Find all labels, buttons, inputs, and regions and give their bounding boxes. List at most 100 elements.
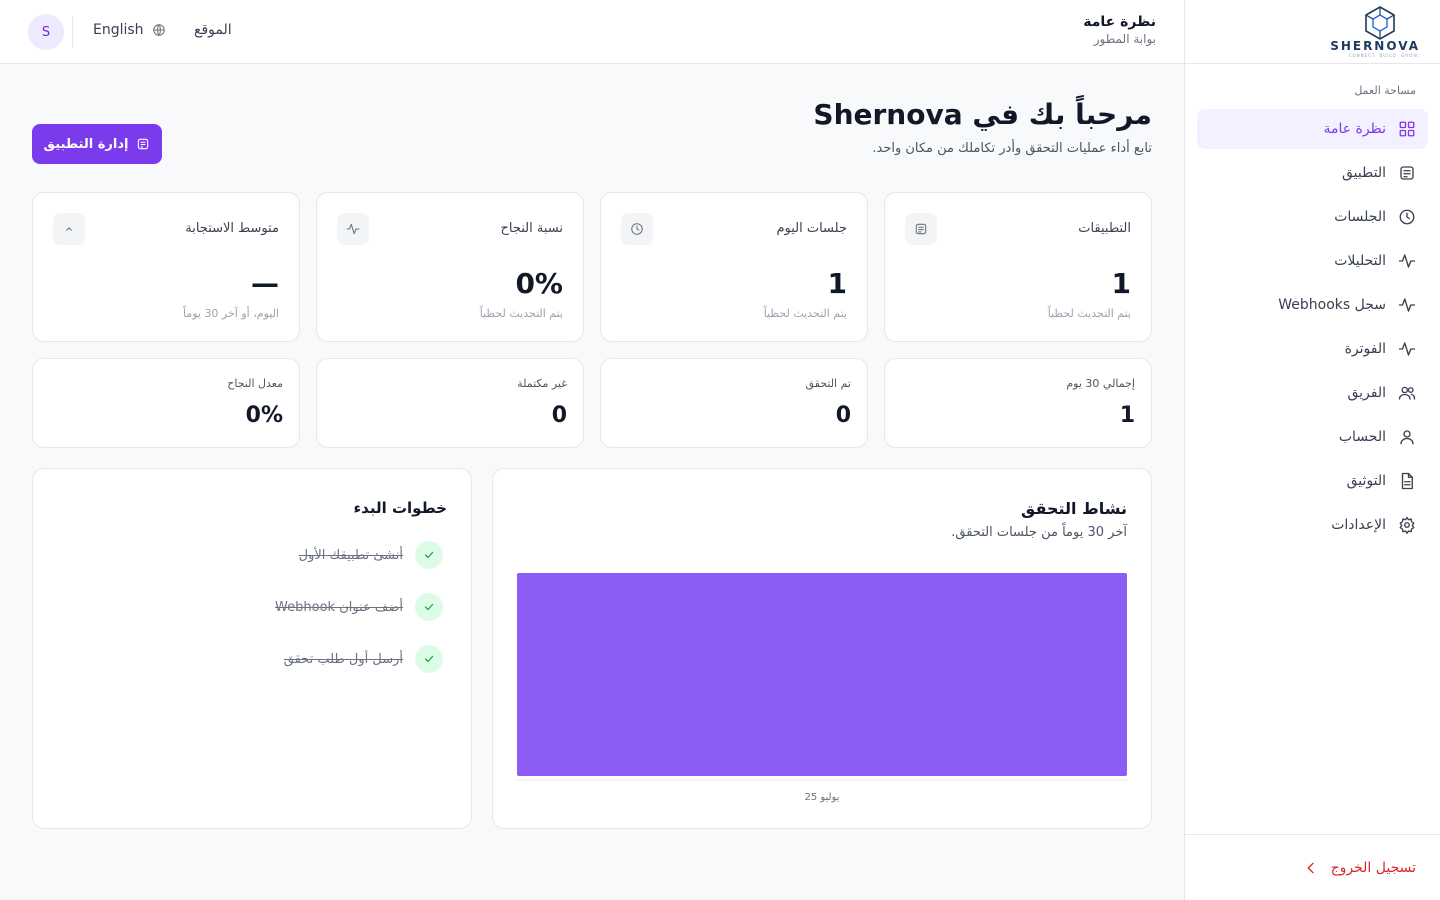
sidebar-item-account[interactable]: الحساب <box>1197 417 1428 457</box>
header-divider <box>72 16 73 48</box>
sidebar-item-label: الحساب <box>1338 429 1386 445</box>
mini-card-success-rate: معدل النجاح 0% <box>32 358 300 448</box>
step-label: أنشئ تطبيقك الأول <box>298 547 403 563</box>
language-label: English <box>93 22 144 38</box>
sidebar-item-label: التطبيق <box>1342 165 1386 181</box>
logout-button[interactable]: تسجيل الخروج <box>1185 834 1440 900</box>
manage-app-label: إدارة التطبيق <box>43 136 129 152</box>
stat-sub: اليوم، أو آخر 30 يوماً <box>182 307 279 320</box>
sidebar-nav: نظرة عامة التطبيق الجلسات التحليلات سجل … <box>1185 109 1440 549</box>
top-header: نظرة عامة بوابة المطور S English الموقع <box>0 0 1184 64</box>
stat-card-apps: التطبيقات 1 يتم التحديث لحظياً <box>884 192 1152 342</box>
welcome-subtitle: تابع أداء عمليات التحقق وأدر تكاملك من م… <box>872 141 1152 156</box>
sidebar-item-label: الجلسات <box>1334 209 1386 225</box>
stat-card-sessions-today: جلسات اليوم 1 يتم التحديث لحظياً <box>600 192 868 342</box>
brand-name: SHERNOVA <box>1330 39 1420 53</box>
sidebar-item-overview[interactable]: نظرة عامة <box>1197 109 1428 149</box>
step-item[interactable]: أضف عنوان Webhook <box>275 593 443 621</box>
getting-started-card: خطوات البدء أنشئ تطبيقك الأول أضف عنوان … <box>32 468 472 829</box>
verification-activity-card: نشاط التحقق آخر 30 يوماً من جلسات التحقق… <box>492 468 1152 829</box>
stat-card-avg-response: متوسط الاستجابة — اليوم، أو آخر 30 يوماً <box>32 192 300 342</box>
sidebar-item-app[interactable]: التطبيق <box>1197 153 1428 193</box>
sidebar: SHERNOVA CONNECT. BUILD. GROW. مساحة الع… <box>1184 0 1440 900</box>
activity-icon <box>1398 340 1416 358</box>
site-link[interactable]: الموقع <box>194 22 232 38</box>
stat-value: — <box>251 267 279 300</box>
manage-app-button[interactable]: إدارة التطبيق <box>32 124 162 164</box>
stat-title: جلسات اليوم <box>776 221 847 236</box>
users-icon <box>1398 384 1416 402</box>
sidebar-item-webhooks[interactable]: سجل Webhooks <box>1197 285 1428 325</box>
check-icon <box>415 645 443 673</box>
app-icon <box>1398 164 1416 182</box>
mini-title: معدل النجاح <box>227 377 283 390</box>
mini-title: غير مكتملة <box>517 377 567 390</box>
mini-value: 0% <box>245 403 283 428</box>
chevron-left-icon <box>1307 862 1314 873</box>
step-item[interactable]: أرسل أول طلب تحقق <box>284 645 443 673</box>
sidebar-item-sessions[interactable]: الجلسات <box>1197 197 1428 237</box>
steps-title: خطوات البدء <box>353 499 448 517</box>
sidebar-item-label: الفريق <box>1347 385 1386 401</box>
stat-sub: يتم التحديث لحظياً <box>479 307 563 320</box>
logout-label: تسجيل الخروج <box>1330 859 1416 876</box>
globe-icon <box>152 24 165 36</box>
brand-tagline: CONNECT. BUILD. GROW. <box>1348 53 1420 58</box>
grid-icon <box>1398 120 1416 138</box>
mini-title: تم التحقق <box>805 377 851 390</box>
welcome-section: مرحباً بك في Shernova تابع أداء عمليات ا… <box>813 98 1152 156</box>
activity-icon <box>1398 252 1416 270</box>
stat-sub: يتم التحديث لحظياً <box>1047 307 1131 320</box>
clock-icon <box>621 213 653 245</box>
main-content: مرحباً بك في Shernova تابع أداء عمليات ا… <box>0 64 1184 900</box>
mini-card-total-30d: إجمالي 30 يوم 1 <box>884 358 1152 448</box>
x-tick-label: 25 يوليو <box>804 792 839 803</box>
sidebar-item-docs[interactable]: التوثيق <box>1197 461 1428 501</box>
sidebar-item-settings[interactable]: الإعدادات <box>1197 505 1428 545</box>
clock-icon <box>1398 208 1416 226</box>
header-title-group: نظرة عامة بوابة المطور <box>1083 14 1156 46</box>
stat-title: متوسط الاستجابة <box>185 221 279 236</box>
sidebar-item-label: سجل Webhooks <box>1278 297 1386 313</box>
check-icon <box>415 593 443 621</box>
welcome-title: مرحباً بك في Shernova <box>813 98 1152 131</box>
chart-bar[interactable] <box>517 573 1127 776</box>
gear-icon <box>1398 516 1416 534</box>
activity-chart: 25 يوليو <box>517 573 1127 803</box>
sidebar-item-analytics[interactable]: التحليلات <box>1197 241 1428 281</box>
step-item[interactable]: أنشئ تطبيقك الأول <box>299 541 443 569</box>
workspace-label: مساحة العمل <box>1354 84 1416 97</box>
app-icon <box>905 213 937 245</box>
logo[interactable]: SHERNOVA CONNECT. BUILD. GROW. <box>1185 0 1440 64</box>
sidebar-item-label: الفوترة <box>1344 341 1386 357</box>
arrow-up-icon <box>53 213 85 245</box>
check-icon <box>415 541 443 569</box>
sidebar-item-label: التحليلات <box>1334 253 1386 269</box>
mini-card-incomplete: غير مكتملة 0 <box>316 358 584 448</box>
language-switcher[interactable]: English <box>93 22 166 38</box>
stat-value: 1 <box>827 267 847 300</box>
mini-value: 1 <box>1119 403 1135 428</box>
stat-value: 0% <box>515 267 563 300</box>
mini-card-verified: تم التحقق 0 <box>600 358 868 448</box>
sidebar-item-team[interactable]: الفريق <box>1197 373 1428 413</box>
sidebar-item-billing[interactable]: الفوترة <box>1197 329 1428 369</box>
stat-value: 1 <box>1111 267 1131 300</box>
shernova-logo-icon <box>1365 6 1395 40</box>
document-icon <box>1398 472 1416 490</box>
activity-icon <box>1398 296 1416 314</box>
app-icon <box>138 138 149 150</box>
stat-title: التطبيقات <box>1078 221 1131 236</box>
activity-icon <box>337 213 369 245</box>
user-icon <box>1398 428 1416 446</box>
page-subtitle: بوابة المطور <box>1093 32 1156 46</box>
page-title: نظرة عامة <box>1083 14 1156 30</box>
avatar[interactable]: S <box>28 14 64 50</box>
step-label: أضف عنوان Webhook <box>275 599 403 615</box>
stat-title: نسبة النجاح <box>500 221 563 236</box>
mini-value: 0 <box>551 403 567 428</box>
sidebar-item-label: الإعدادات <box>1331 517 1386 533</box>
mini-value: 0 <box>835 403 851 428</box>
stat-card-success-rate: نسبة النجاح 0% يتم التحديث لحظياً <box>316 192 584 342</box>
sidebar-item-label: نظرة عامة <box>1323 121 1386 137</box>
